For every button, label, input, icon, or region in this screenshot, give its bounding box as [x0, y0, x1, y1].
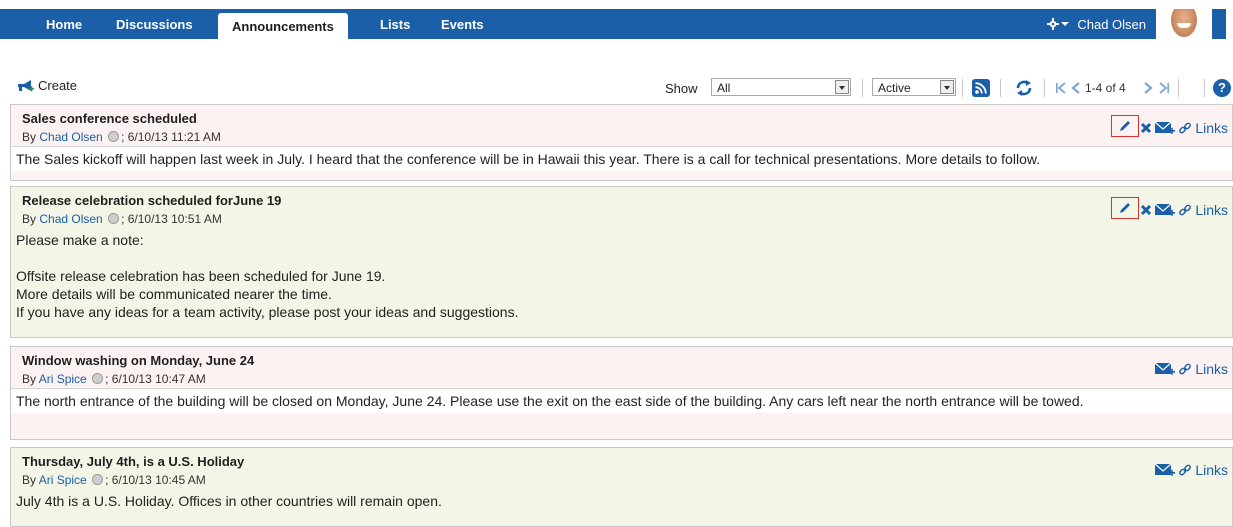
tab-home[interactable]: Home [46, 9, 82, 39]
tab-announcements[interactable]: Announcements [218, 13, 348, 39]
links-link[interactable]: Links [1195, 120, 1228, 136]
announcement-byline: By Chad Olsen ; 6/10/13 10:51 AM [22, 212, 222, 226]
announcement-date: ; 6/10/13 10:51 AM [121, 212, 222, 226]
tab-events[interactable]: Events [441, 9, 484, 39]
settings-menu[interactable] [1047, 18, 1070, 30]
by-label: By [22, 372, 37, 386]
links-link[interactable]: Links [1195, 361, 1228, 377]
user-area: Chad Olsen [1047, 9, 1212, 39]
edit-icon [1120, 121, 1131, 131]
by-label: By [22, 473, 37, 487]
edit-icon [1120, 203, 1131, 213]
edit-button[interactable] [1111, 115, 1140, 137]
next-page-icon[interactable] [1143, 82, 1153, 94]
announcement-item: Thursday, July 4th, is a U.S. Holiday By… [10, 447, 1233, 527]
divider [1204, 79, 1205, 97]
body-line: July 4th is a U.S. Holiday. Offices in o… [16, 493, 442, 509]
announcement-body: July 4th is a U.S. Holiday. Offices in o… [11, 489, 1232, 513]
toolbar: Create Show All Active 1-4 of 4 ? [0, 76, 1233, 100]
show-filter-value: All [717, 81, 731, 95]
mail-icon[interactable] [1154, 361, 1176, 377]
announcement-byline: By Ari Spice ; 6/10/13 10:47 AM [22, 372, 206, 386]
announcement-title[interactable]: Release celebration scheduled forJune 19 [22, 193, 281, 208]
links-link[interactable]: Links [1195, 202, 1228, 218]
last-page-icon[interactable] [1158, 82, 1170, 94]
create-announcement-icon [18, 79, 34, 91]
announcement-title[interactable]: Sales conference scheduled [22, 111, 197, 126]
user-name[interactable]: Chad Olsen [1077, 17, 1146, 32]
announcement-byline: By Chad Olsen ; 6/10/13 11:21 AM [22, 130, 221, 144]
status-filter-select[interactable]: Active [872, 78, 956, 96]
mail-icon[interactable] [1154, 120, 1176, 136]
chevron-down-icon[interactable] [835, 80, 849, 94]
body-blank-line [16, 249, 1227, 267]
divider [1044, 79, 1045, 97]
mail-icon[interactable] [1154, 462, 1176, 478]
announcement-body: Please make a note: Offsite release cele… [11, 228, 1232, 324]
links-link[interactable]: Links [1195, 462, 1228, 478]
create-label: Create [38, 78, 78, 93]
status-filter-value: Active [878, 81, 911, 95]
presence-icon[interactable] [108, 131, 120, 142]
divider [1000, 79, 1001, 97]
pager-text: 1-4 of 4 [1085, 81, 1126, 95]
edit-button[interactable] [1111, 197, 1140, 219]
announcement-title[interactable]: Thursday, July 4th, is a U.S. Holiday [22, 454, 244, 469]
announcement-body: The Sales kickoff will happen last week … [11, 146, 1232, 171]
announcement-date: ; 6/10/13 11:21 AM [121, 130, 221, 144]
author-link[interactable]: Ari Spice [39, 372, 87, 386]
author-link[interactable]: Ari Spice [39, 473, 87, 487]
announcement-actions: Links [1111, 197, 1228, 219]
prev-page-icon[interactable] [1071, 82, 1081, 94]
announcement-date: ; 6/10/13 10:47 AM [105, 372, 206, 386]
mail-icon[interactable] [1154, 202, 1176, 218]
divider [962, 79, 963, 97]
link-icon[interactable] [1178, 203, 1192, 217]
create-button[interactable]: Create [17, 78, 77, 93]
body-line: If you have any ideas for a team activit… [16, 304, 519, 320]
announcement-item: Release celebration scheduled forJune 19… [10, 186, 1233, 338]
tab-lists[interactable]: Lists [380, 9, 410, 39]
delete-icon[interactable] [1140, 204, 1152, 216]
body-line: More details will be communicated nearer… [16, 286, 332, 302]
gear-icon [1047, 18, 1060, 30]
chevron-down-icon[interactable] [940, 80, 954, 94]
body-line: Please make a note: [16, 232, 144, 248]
divider [1178, 79, 1179, 97]
announcement-byline: By Ari Spice ; 6/10/13 10:45 AM [22, 473, 206, 487]
presence-icon[interactable] [108, 213, 120, 224]
by-label: By [22, 130, 37, 144]
refresh-icon[interactable] [1015, 79, 1033, 97]
chevron-down-icon [1061, 22, 1070, 26]
help-icon[interactable]: ? [1213, 79, 1231, 97]
by-label: By [22, 212, 37, 226]
announcement-body: The north entrance of the building will … [11, 388, 1232, 413]
author-link[interactable]: Chad Olsen [39, 212, 102, 226]
link-icon[interactable] [1178, 121, 1192, 135]
link-icon[interactable] [1178, 463, 1192, 477]
divider [862, 79, 863, 97]
announcement-item: Window washing on Monday, June 24 By Ari… [10, 346, 1233, 440]
body-line: The Sales kickoff will happen last week … [16, 151, 1041, 167]
first-page-icon[interactable] [1055, 82, 1067, 94]
announcement-item: Sales conference scheduled By Chad Olsen… [10, 104, 1233, 181]
announcement-actions: Links [1154, 361, 1228, 377]
show-label: Show [665, 81, 698, 96]
announcement-title[interactable]: Window washing on Monday, June 24 [22, 353, 254, 368]
announcement-actions: Links [1154, 462, 1228, 478]
rss-icon[interactable] [972, 79, 990, 97]
top-nav-bar: Home Discussions Announcements Lists Eve… [0, 9, 1226, 39]
link-icon[interactable] [1178, 362, 1192, 376]
delete-icon[interactable] [1140, 122, 1152, 134]
presence-icon[interactable] [92, 474, 104, 485]
body-line: Offsite release celebration has been sch… [16, 268, 386, 284]
tab-discussions[interactable]: Discussions [116, 9, 193, 39]
presence-icon[interactable] [92, 373, 104, 384]
announcement-actions: Links [1111, 115, 1228, 137]
show-filter-select[interactable]: All [711, 78, 851, 96]
announcement-date: ; 6/10/13 10:45 AM [105, 473, 206, 487]
body-line: The north entrance of the building will … [16, 393, 1084, 409]
avatar[interactable] [1156, 9, 1212, 39]
author-link[interactable]: Chad Olsen [39, 130, 102, 144]
